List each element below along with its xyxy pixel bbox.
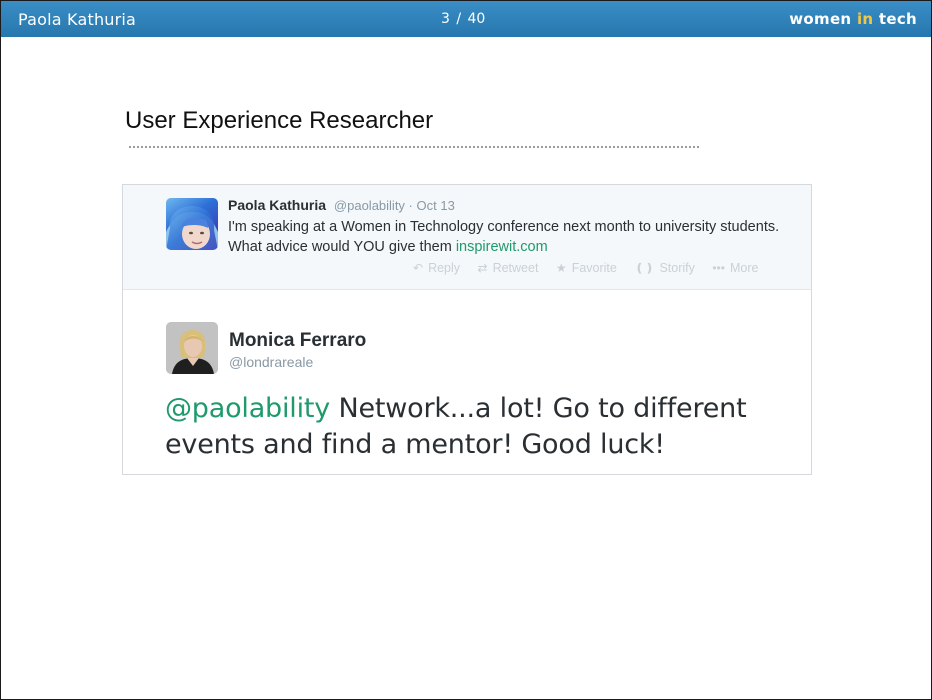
avatar-monica[interactable] [166, 322, 218, 374]
replied-author-name[interactable]: Paola Kathuria [228, 197, 326, 213]
title-divider [129, 146, 699, 148]
more-label: More [729, 261, 759, 275]
storify-action[interactable]: ❪❫ Storify [634, 261, 695, 275]
more-action[interactable]: ••• More [712, 261, 758, 275]
replied-tweet-header: Paola Kathuria @paolability · Oct 13 [228, 197, 455, 213]
replied-tweet: Paola Kathuria @paolability · Oct 13 I'm… [123, 185, 811, 290]
women-in-tech-logo: women in tech [789, 10, 917, 28]
star-icon: ★ [555, 261, 567, 275]
presenter-name: Paola Kathuria [18, 10, 137, 29]
replied-author-handle[interactable]: @paolability [334, 198, 405, 213]
storify-label: Storify [659, 261, 695, 275]
slide-frame: Paola Kathuria 3 / 40 women in tech User… [0, 0, 932, 700]
replied-tweet-date[interactable]: Oct 13 [417, 198, 455, 213]
retweet-label: Retweet [492, 261, 539, 275]
inspirewit-link[interactable]: inspirewit.com [456, 239, 548, 255]
logo-suffix: tech [873, 10, 917, 28]
retweet-action[interactable]: ⇄ Retweet [478, 261, 539, 275]
reply-icon: ↶ [413, 261, 424, 275]
reply-action[interactable]: ↶ Reply [413, 261, 460, 275]
replied-tweet-text: I'm speaking at a Women in Technology co… [228, 217, 788, 257]
more-icon: ••• [712, 261, 725, 275]
main-author-name[interactable]: Monica Ferraro [229, 330, 366, 352]
avatar-monica-image [166, 322, 218, 374]
mention-link[interactable]: @paolability [165, 393, 330, 424]
favorite-label: Favorite [571, 261, 617, 275]
avatar-paola-image [166, 198, 218, 250]
logo-prefix: women [789, 10, 857, 28]
tweet-actions: ↶ Reply ⇄ Retweet ★ Favorite ❪❫ Storify ••• M… [413, 261, 772, 275]
avatar-paola[interactable] [166, 198, 218, 250]
main-tweet-text: @paolability Network...a lot! Go to diff… [165, 391, 785, 463]
tweet-card: Paola Kathuria @paolability · Oct 13 I'm… [122, 184, 812, 475]
storify-icon: ❪❫ [634, 261, 655, 275]
slide-counter: 3 / 40 [441, 11, 486, 27]
date-separator: · [404, 198, 417, 213]
logo-accent: in [856, 10, 874, 28]
favorite-action[interactable]: ★ Favorite [556, 261, 617, 275]
retweet-icon: ⇄ [477, 261, 488, 275]
main-author-handle[interactable]: @londrareale [229, 354, 313, 370]
top-bar: Paola Kathuria 3 / 40 women in tech [1, 1, 931, 37]
reply-label: Reply [428, 261, 461, 275]
slide-title: User Experience Researcher [125, 107, 434, 134]
